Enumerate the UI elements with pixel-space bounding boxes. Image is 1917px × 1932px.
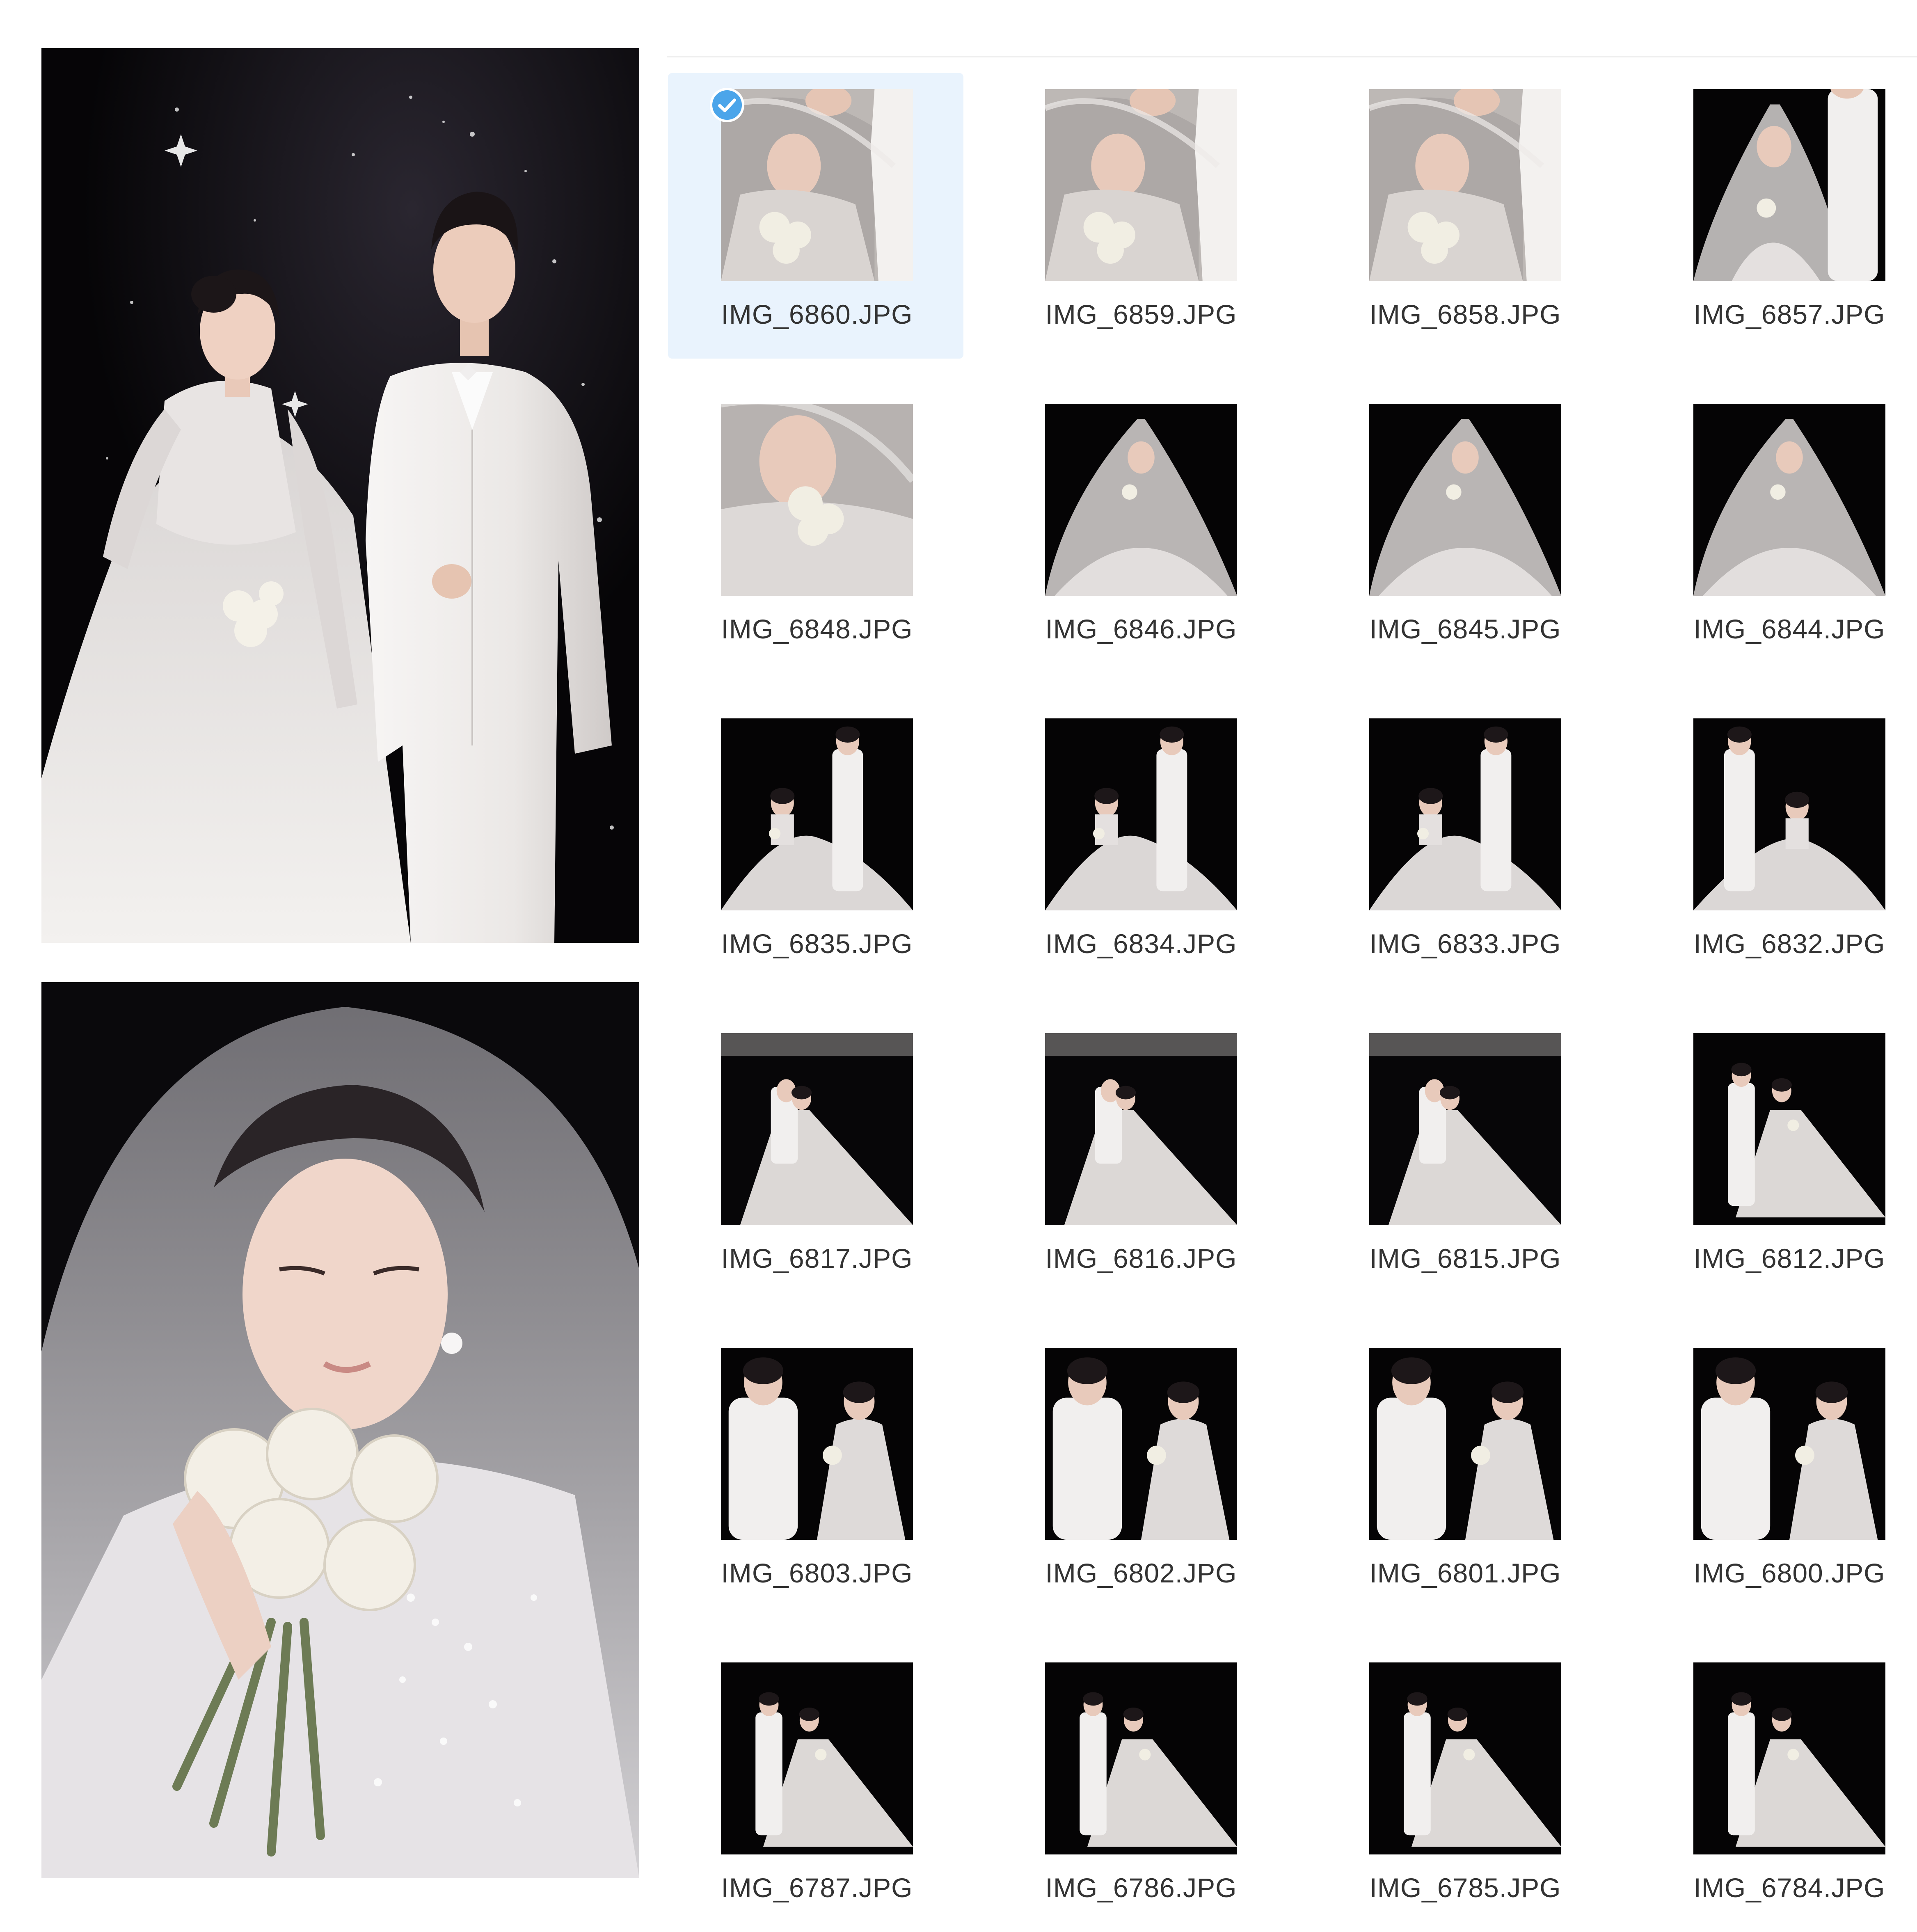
file-thumbnail[interactable] <box>1045 89 1237 281</box>
file-thumbnail[interactable] <box>721 1348 913 1540</box>
file-thumbnail[interactable] <box>721 1033 913 1225</box>
file-thumbnail[interactable] <box>1369 404 1561 596</box>
file-item[interactable]: IMG_6816.JPG <box>992 1017 1288 1303</box>
file-thumbnail[interactable] <box>721 404 913 596</box>
file-name-label: IMG_6787.JPG <box>721 1873 913 1903</box>
file-item[interactable]: IMG_6787.JPG <box>668 1646 963 1932</box>
toolbar-divider <box>667 56 1917 57</box>
file-name-label: IMG_6845.JPG <box>1369 614 1561 644</box>
file-name-label: IMG_6857.JPG <box>1693 299 1885 329</box>
file-item[interactable]: IMG_6786.JPG <box>992 1646 1288 1932</box>
file-thumbnail[interactable] <box>1369 1662 1561 1854</box>
file-name-label: IMG_6812.JPG <box>1693 1243 1885 1274</box>
couple-portrait-illustration <box>41 48 639 943</box>
file-item[interactable]: IMG_6800.JPG <box>1640 1332 1917 1617</box>
file-item[interactable]: IMG_6801.JPG <box>1316 1332 1612 1617</box>
file-name-label: IMG_6835.JPG <box>721 928 913 959</box>
file-item[interactable]: IMG_6857.JPG <box>1640 73 1917 359</box>
file-item[interactable]: IMG_6785.JPG <box>1316 1646 1612 1932</box>
file-item[interactable]: IMG_6803.JPG <box>668 1332 963 1617</box>
file-item[interactable]: IMG_6835.JPG <box>668 702 963 988</box>
preview-image-couple-portrait <box>41 48 639 943</box>
file-name-label: IMG_6832.JPG <box>1693 928 1885 959</box>
file-name-label: IMG_6833.JPG <box>1369 928 1561 959</box>
file-thumbnail[interactable] <box>1045 1348 1237 1540</box>
file-thumbnail[interactable] <box>1693 1348 1885 1540</box>
file-item[interactable]: IMG_6784.JPG <box>1640 1646 1917 1932</box>
file-thumbnail[interactable] <box>1369 1033 1561 1225</box>
file-name-label: IMG_6800.JPG <box>1693 1558 1885 1588</box>
file-item[interactable]: IMG_6844.JPG <box>1640 388 1917 673</box>
file-item[interactable]: IMG_6802.JPG <box>992 1332 1288 1617</box>
file-name-label: IMG_6784.JPG <box>1693 1873 1885 1903</box>
file-thumbnail[interactable] <box>1045 1662 1237 1854</box>
file-name-label: IMG_6785.JPG <box>1369 1873 1561 1903</box>
file-item[interactable]: IMG_6832.JPG <box>1640 702 1917 988</box>
file-name-label: IMG_6801.JPG <box>1369 1558 1561 1588</box>
file-name-label: IMG_6803.JPG <box>721 1558 913 1588</box>
file-item[interactable]: IMG_6859.JPG <box>992 73 1288 359</box>
check-circle-icon[interactable] <box>710 88 744 122</box>
file-thumbnail[interactable] <box>1693 404 1885 596</box>
file-item[interactable]: IMG_6815.JPG <box>1316 1017 1612 1303</box>
file-item[interactable]: IMG_6845.JPG <box>1316 388 1612 673</box>
file-thumbnail[interactable] <box>1369 89 1561 281</box>
file-item[interactable]: IMG_6846.JPG <box>992 388 1288 673</box>
file-item[interactable]: IMG_6812.JPG <box>1640 1017 1917 1303</box>
file-item[interactable]: IMG_6848.JPG <box>668 388 963 673</box>
file-name-label: IMG_6802.JPG <box>1045 1558 1237 1588</box>
file-name-label: IMG_6786.JPG <box>1045 1873 1237 1903</box>
file-name-label: IMG_6860.JPG <box>721 299 913 329</box>
file-item[interactable]: IMG_6817.JPG <box>668 1017 963 1303</box>
file-thumbnail[interactable] <box>721 1662 913 1854</box>
file-name-label: IMG_6858.JPG <box>1369 299 1561 329</box>
file-thumbnail[interactable] <box>721 718 913 910</box>
file-name-label: IMG_6859.JPG <box>1045 299 1237 329</box>
file-name-label: IMG_6815.JPG <box>1369 1243 1561 1274</box>
file-thumbnail[interactable] <box>1369 1348 1561 1540</box>
file-name-label: IMG_6834.JPG <box>1045 928 1237 959</box>
file-thumbnail[interactable] <box>1045 1033 1237 1225</box>
bride-closeup-illustration <box>41 982 639 1878</box>
file-thumbnail[interactable] <box>1369 718 1561 910</box>
file-thumbnail[interactable] <box>1045 718 1237 910</box>
file-item[interactable]: IMG_6860.JPG <box>668 73 963 359</box>
file-thumbnail[interactable] <box>721 89 913 281</box>
preview-image-bride-closeup <box>41 982 639 1878</box>
file-item[interactable]: IMG_6834.JPG <box>992 702 1288 988</box>
file-thumbnail[interactable] <box>1045 404 1237 596</box>
file-item[interactable]: IMG_6858.JPG <box>1316 73 1612 359</box>
file-thumbnail[interactable] <box>1693 718 1885 910</box>
file-name-label: IMG_6844.JPG <box>1693 614 1885 644</box>
file-name-label: IMG_6816.JPG <box>1045 1243 1237 1274</box>
file-thumbnail[interactable] <box>1693 1662 1885 1854</box>
file-thumbnail[interactable] <box>1693 1033 1885 1225</box>
file-item[interactable]: IMG_6833.JPG <box>1316 702 1612 988</box>
file-thumbnail[interactable] <box>1693 89 1885 281</box>
file-name-label: IMG_6848.JPG <box>721 614 913 644</box>
file-thumbnail-grid: IMG_6860.JPG IMG_6859.JPG IMG_6858.JPG I… <box>668 73 1917 1917</box>
file-name-label: IMG_6846.JPG <box>1045 614 1237 644</box>
file-name-label: IMG_6817.JPG <box>721 1243 913 1274</box>
